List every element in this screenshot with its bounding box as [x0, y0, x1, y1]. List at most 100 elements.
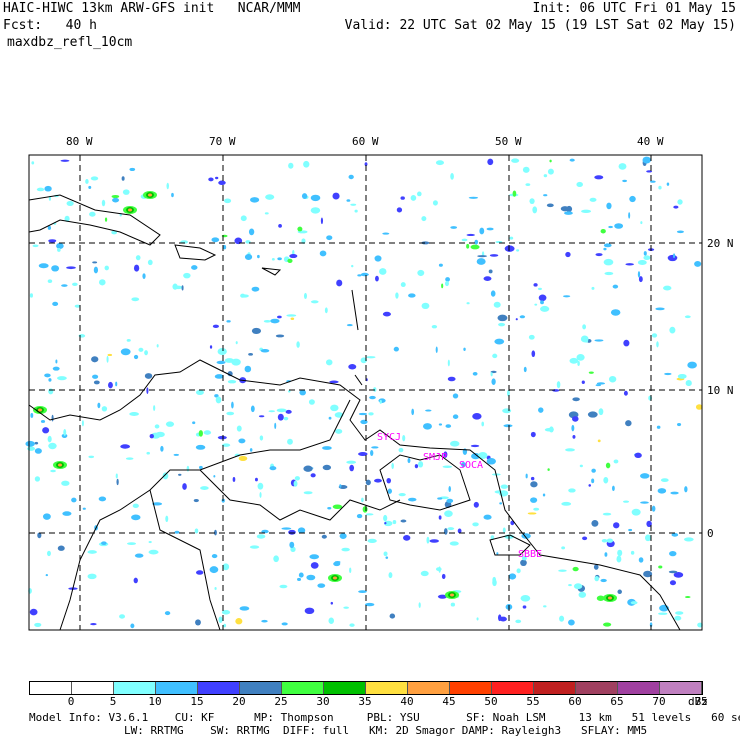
reflectivity-cell	[44, 185, 52, 192]
reflectivity-cell	[614, 223, 624, 229]
reflectivity-cell	[494, 338, 505, 345]
reflectivity-cell	[594, 575, 600, 582]
reflectivity-cell	[63, 429, 67, 436]
reflectivity-cell	[522, 166, 530, 173]
reflectivity-cell	[92, 261, 98, 264]
reflectivity-cell	[224, 198, 232, 204]
reflectivity-cell	[327, 507, 332, 510]
reflectivity-cell	[603, 258, 614, 266]
reflectivity-cell	[250, 405, 255, 413]
reflectivity-cell	[106, 355, 109, 363]
reflectivity-cell	[50, 469, 56, 473]
reflectivity-cell	[223, 623, 227, 628]
reflectivity-cell	[62, 511, 72, 516]
reflectivity-cell	[182, 483, 187, 490]
reflectivity-cell	[290, 317, 295, 320]
reflectivity-cell	[538, 294, 547, 302]
colorbar-label: 60	[568, 695, 582, 708]
reflectivity-cell	[658, 565, 663, 569]
reflectivity-cell	[277, 413, 284, 421]
reflectivity-cell	[226, 411, 235, 416]
reflectivity-cell	[426, 536, 430, 544]
reflectivity-cell	[543, 174, 548, 178]
reflectivity-cell	[571, 424, 575, 432]
reflectivity-cell	[149, 434, 154, 439]
reflectivity-cell	[90, 176, 99, 181]
reflectivity-cell	[450, 172, 454, 180]
reflectivity-cell	[324, 307, 328, 314]
reflectivity-cell	[411, 408, 415, 416]
reflectivity-cell	[93, 266, 99, 274]
reflectivity-cell	[616, 555, 622, 563]
reflectivity-cell	[127, 542, 137, 545]
reflectivity-cell	[476, 258, 486, 265]
lat-label: 10 N	[707, 384, 734, 397]
weather-map-page: HAIC-HIWC 13km ARW-GFS init NCAR/MMM Ini…	[0, 0, 740, 740]
reflectivity-cell	[387, 488, 393, 494]
reflectivity-cell	[349, 623, 355, 627]
reflectivity-cell	[125, 457, 134, 460]
reflectivity-cell	[432, 200, 438, 206]
reflectivity-cell	[658, 612, 668, 615]
colorbar-label: 0	[67, 695, 75, 708]
reflectivity-cell	[48, 388, 54, 395]
reflectivity-cell	[146, 451, 150, 455]
reflectivity-cell	[195, 619, 201, 626]
reflectivity-cell	[244, 365, 252, 373]
reflectivity-cell	[87, 550, 97, 554]
reflectivity-cell	[348, 174, 354, 180]
reflectivity-cell	[398, 493, 406, 497]
reflectivity-cell	[45, 573, 48, 577]
reflectivity-cell	[531, 350, 536, 358]
reflectivity-cell	[442, 465, 453, 468]
reflectivity-cell	[51, 265, 60, 272]
reflectivity-cell	[492, 579, 497, 587]
reflectivity-cell	[429, 539, 440, 543]
reflectivity-cell	[605, 462, 611, 469]
reflectivity-cell	[667, 254, 678, 262]
reflectivity-cell	[48, 442, 57, 450]
reflectivity-cell	[254, 477, 258, 482]
reflectivity-cell	[93, 380, 100, 385]
reflectivity-cell	[388, 572, 393, 579]
reflectivity-cell	[578, 591, 587, 598]
reflectivity-cell	[527, 512, 537, 515]
reflectivity-cell	[581, 380, 585, 384]
reflectivity-cell	[651, 333, 658, 338]
reflectivity-cell	[226, 320, 231, 323]
reflectivity-cell	[499, 502, 503, 505]
reflectivity-cell	[608, 375, 617, 383]
reflectivity-cell	[676, 230, 684, 234]
reflectivity-cell	[634, 452, 642, 459]
reflectivity-cell	[319, 250, 327, 257]
reflectivity-cell	[403, 534, 411, 541]
reflectivity-cell	[486, 227, 494, 231]
reflectivity-cell	[470, 444, 480, 448]
reflectivity-cell	[208, 177, 214, 182]
reflectivity-cell	[677, 373, 687, 379]
reflectivity-cell	[664, 372, 672, 376]
colorbar-swatch	[576, 682, 618, 694]
reflectivity-cell	[657, 488, 667, 494]
reflectivity-cell	[444, 510, 453, 517]
reflectivity-cell	[684, 596, 691, 599]
reflectivity-cell	[126, 339, 131, 342]
reflectivity-cell	[101, 199, 106, 207]
reflectivity-cell	[289, 541, 295, 549]
reflectivity-cell	[638, 557, 644, 563]
reflectivity-cell	[47, 279, 53, 283]
reflectivity-cell	[382, 311, 391, 317]
reflectivity-cell	[38, 263, 49, 269]
reflectivity-cell	[582, 536, 588, 541]
reflectivity-cell	[343, 606, 349, 609]
reflectivity-cell	[533, 507, 540, 511]
reflectivity-cell	[44, 373, 51, 378]
reflectivity-cell	[628, 212, 631, 219]
reflectivity-cell	[31, 161, 35, 165]
reflectivity-cell	[276, 408, 287, 413]
reflectivity-cell	[542, 493, 546, 497]
reflectivity-cell	[303, 292, 307, 299]
reflectivity-cell	[375, 275, 379, 282]
reflectivity-cell	[240, 215, 247, 222]
reflectivity-cell	[251, 327, 262, 335]
